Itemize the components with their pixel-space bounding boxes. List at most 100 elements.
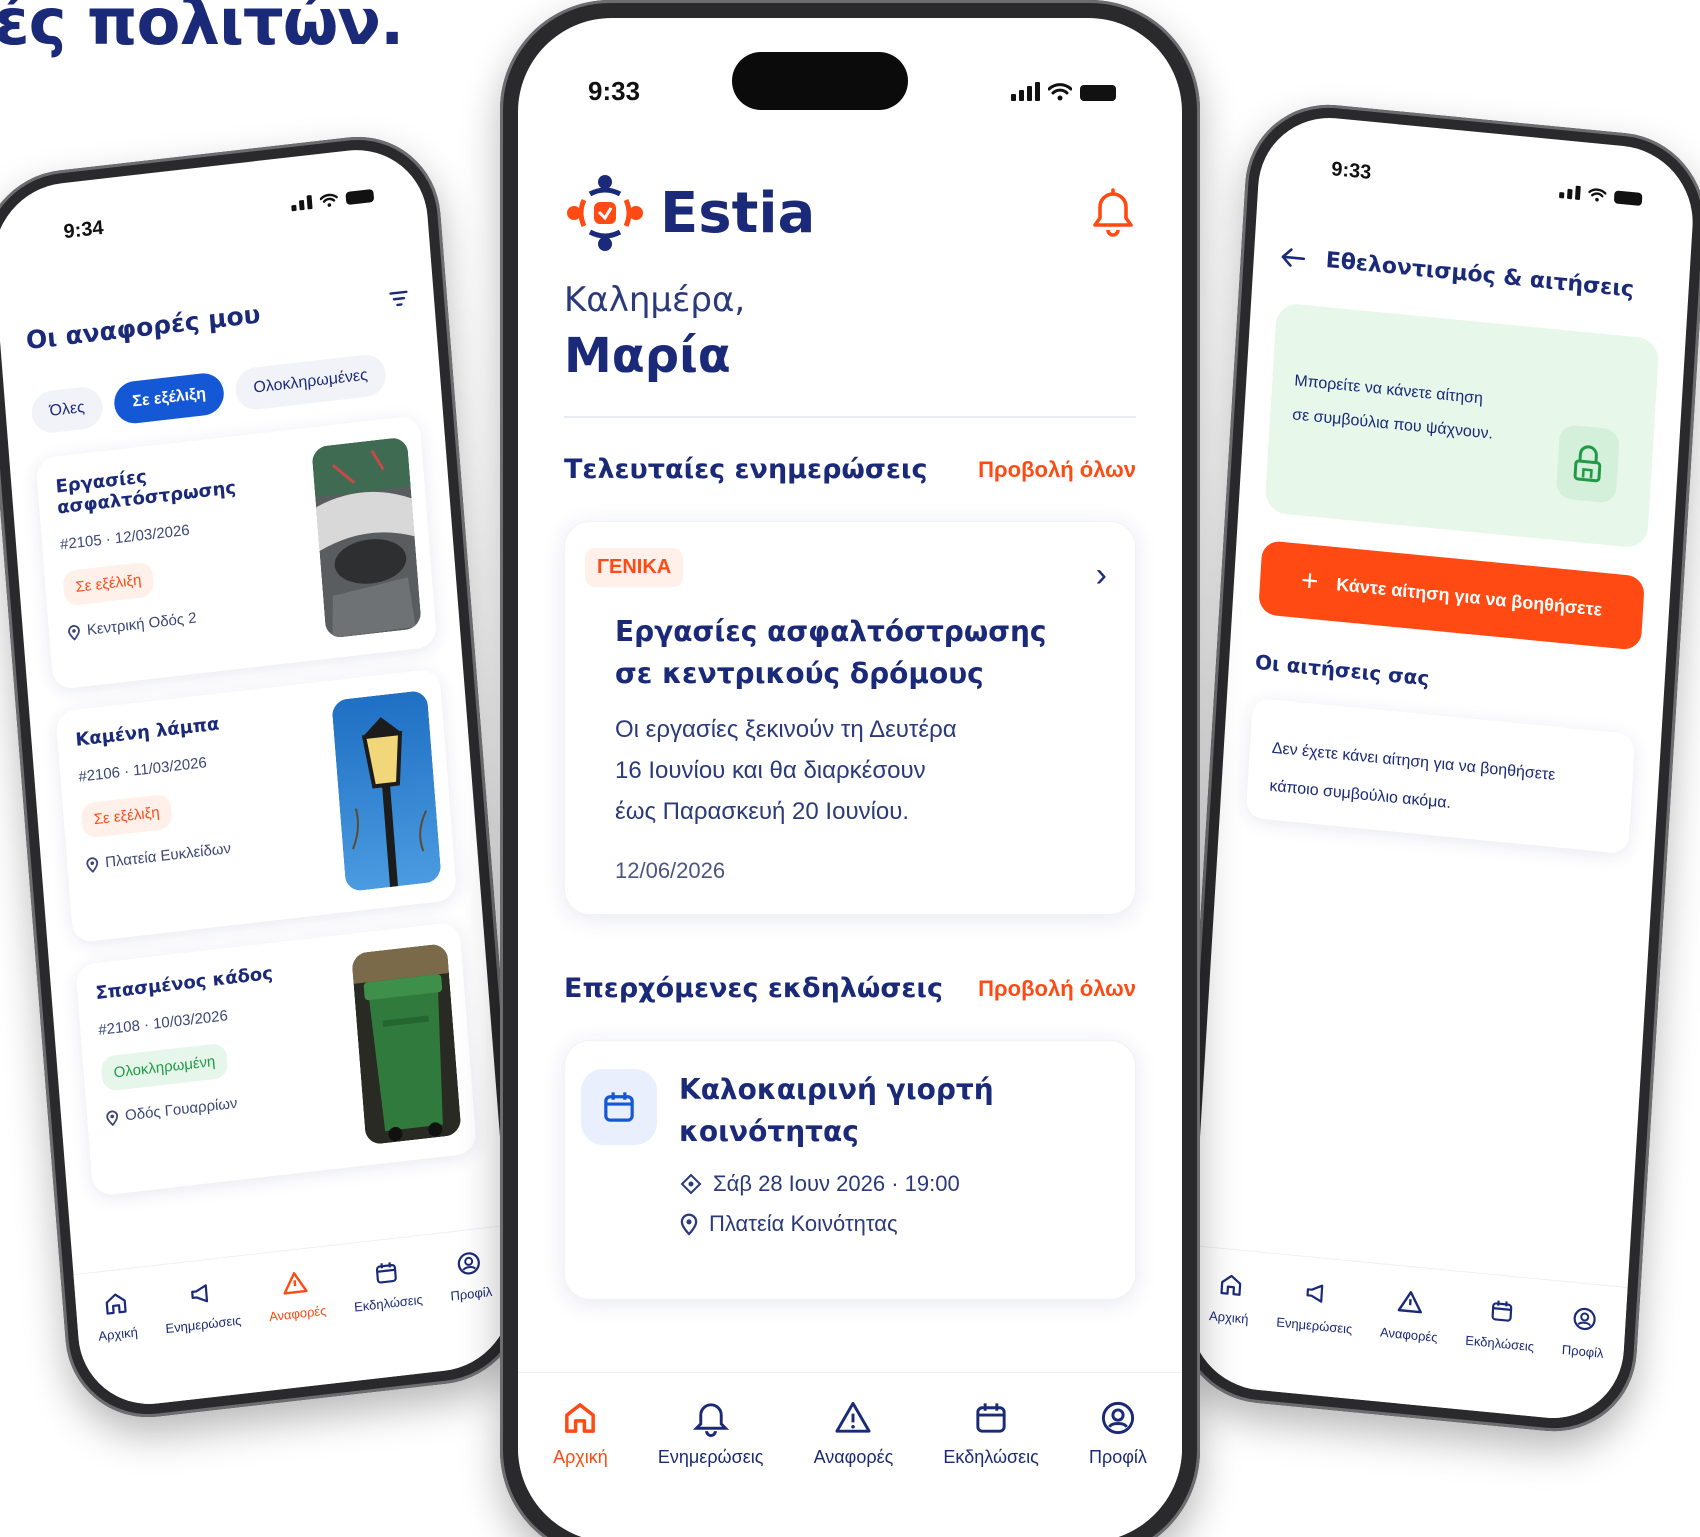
signal-icon [1559, 184, 1581, 201]
tab-profile[interactable]: Προφίλ [1558, 1304, 1607, 1423]
report-title: Καμένη λάμπα [74, 713, 221, 751]
tab-updates[interactable]: Ενημερώσεις [162, 1277, 247, 1402]
tag-icon [680, 1173, 702, 1195]
empty-applications-card: Δεν έχετε κάνει αίτηση για να βοηθήσετε … [1245, 697, 1636, 855]
screen-home: 9:33 Estia Καλημέρα, Μαρία Τελευταίες εν… [518, 18, 1182, 1537]
filter-menu-icon[interactable] [387, 286, 411, 310]
location-pin-icon [86, 856, 99, 873]
signal-icon [1011, 82, 1040, 101]
report-card[interactable]: Εργασίες ασφαλτόστρωσης #2105 · 12/03/20… [35, 415, 438, 691]
info-text: Μπορείτε να κάνετε αίτηση σε συμβούλια π… [1291, 364, 1534, 455]
tab-label: Εκδηλώσεις [943, 1447, 1039, 1467]
tab-profile[interactable]: Προφίλ [1089, 1399, 1147, 1537]
filter-all[interactable]: Όλες [30, 384, 105, 435]
event-icon-badge [581, 1069, 657, 1145]
tab-label: Αρχική [553, 1447, 608, 1467]
category-tag: ΓΕΝΙΚΑ [585, 548, 684, 587]
bell-icon [692, 1403, 729, 1437]
tab-events[interactable]: Εκδηλώσεις [943, 1399, 1039, 1537]
calendar-icon [375, 1262, 397, 1284]
tab-profile[interactable]: Προφίλ [447, 1248, 498, 1369]
app-name: Estia [660, 180, 816, 246]
tab-home[interactable]: Αρχική [553, 1399, 608, 1537]
filter-completed[interactable]: Ολοκληρωμένες [234, 352, 388, 412]
event-title-line: κοινότητας [679, 1115, 859, 1148]
tab-events[interactable]: Εκδηλώσεις [351, 1256, 429, 1380]
status-badge: Σε εξέλιξη [80, 793, 173, 839]
tab-label: Εκδηλώσεις [353, 1291, 424, 1315]
trash-bin-photo [351, 943, 462, 1146]
tab-label: Προφίλ [1088, 1447, 1147, 1467]
tab-updates[interactable]: Ενημερώσεις [657, 1399, 764, 1537]
wifi-icon [1588, 188, 1607, 202]
event-location: Πλατεία Κοινότητας [679, 1211, 994, 1237]
calendar-icon [604, 1092, 634, 1122]
tab-label: Ενημερώσεις [1275, 1314, 1353, 1337]
greeting: Καλημέρα, [564, 280, 746, 320]
tab-home[interactable]: Αρχική [1205, 1270, 1251, 1389]
tab-reports[interactable]: Αναφορές [266, 1267, 332, 1390]
tab-reports[interactable]: Αναφορές [814, 1399, 893, 1537]
profile-icon [1573, 1307, 1596, 1331]
battery-icon [1080, 85, 1116, 101]
event-title: Καλοκαιρινή γιορτή κοινότητας [679, 1069, 994, 1153]
profile-icon [1101, 1401, 1134, 1435]
status-bar: 9:33 [518, 18, 1182, 110]
view-all-events-link[interactable]: Προβολή όλων [978, 976, 1136, 1002]
tab-label: Προφίλ [449, 1283, 493, 1304]
status-time: 9:34 [62, 216, 105, 244]
bottom-tab-bar: Αρχική Ενημερώσεις Αναφορές Εκδηλώσεις Π… [73, 1224, 518, 1412]
tab-label: Ενημερώσεις [657, 1447, 764, 1467]
events-section-title: Επερχόμενες εκδηλώσεις [564, 973, 943, 1004]
news-card[interactable]: ΓΕΝΙΚΑ › Εργασίες ασφαλτόστρωσης σε κεντ… [564, 521, 1136, 915]
chevron-right-icon: › [1095, 556, 1107, 594]
battery-icon [345, 188, 375, 206]
tab-label: Εκδηλώσεις [1464, 1332, 1535, 1355]
updates-section-title: Τελευταίες ενημερώσεις [564, 454, 928, 485]
tab-label: Προφίλ [1561, 1341, 1605, 1361]
calendar-icon [1491, 1300, 1512, 1322]
tab-events[interactable]: Εκδηλώσεις [1461, 1295, 1537, 1416]
view-all-updates-link[interactable]: Προβολή όλων [978, 457, 1136, 483]
tab-label: Ενημερώσεις [164, 1312, 242, 1337]
tab-reports[interactable]: Αναφορές [1376, 1287, 1440, 1407]
location-pin-icon [680, 1213, 698, 1236]
status-icons [1011, 82, 1116, 101]
status-time: 9:33 [588, 76, 641, 106]
road-photo [311, 436, 422, 639]
report-card[interactable]: Καμένη λάμπα #2106 · 11/03/2026 Σε εξέλι… [55, 668, 458, 944]
screen-my-reports: 9:34 Οι αναφορές μου Όλες Σε εξέλιξη Ολο… [0, 142, 518, 1412]
notification-bell-icon[interactable] [1090, 188, 1136, 238]
wifi-icon [1048, 83, 1072, 101]
warning-icon [283, 1271, 309, 1295]
tab-label: Αρχική [1208, 1307, 1249, 1327]
home-icon [565, 1403, 596, 1433]
screen-volunteering: 9:33 Εθελοντισμός & αιτήσεις Μπορείτε να… [1184, 111, 1698, 1425]
news-title-line: σε κεντρικούς δρόμους [615, 657, 984, 690]
plus-icon: + [1299, 563, 1320, 599]
tab-home[interactable]: Αρχική [95, 1288, 143, 1409]
report-card[interactable]: Σπασμένος κάδος #2108 · 10/03/2026 Ολοκλ… [75, 921, 478, 1197]
apply-button[interactable]: + Κάντε αίτηση για να βοηθήσετε [1258, 539, 1646, 651]
news-body-line: έως Παρασκευή 20 Ιουνίου. [615, 798, 910, 825]
page-title: Οι αναφορές μου [24, 299, 262, 356]
filter-in-progress[interactable]: Σε εξέλιξη [112, 371, 226, 426]
news-title: Εργασίες ασφαλτόστρωσης σε κεντρικούς δρ… [615, 611, 1085, 695]
page-title: Εθελοντισμός & αιτήσεις [1325, 247, 1635, 303]
report-location-text: Πλατεία Ευκλείδων [104, 839, 232, 872]
event-card[interactable]: Καλοκαιρινή γιορτή κοινότητας Σάβ 28 Ιου… [564, 1040, 1136, 1300]
event-location-text: Πλατεία Κοινότητας [709, 1211, 898, 1236]
news-date: 12/06/2026 [615, 858, 726, 883]
phone-my-reports: 9:34 Οι αναφορές μου Όλες Σε εξέλιξη Ολο… [0, 127, 532, 1427]
tab-updates[interactable]: Ενημερώσεις [1272, 1277, 1355, 1399]
wifi-icon [319, 193, 338, 207]
location-pin-icon [68, 624, 80, 641]
home-icon [1220, 1274, 1241, 1296]
page-headline: ές πολιτών. [0, 0, 404, 60]
tab-label: Αναφορές [268, 1302, 327, 1325]
warning-icon [1398, 1291, 1423, 1314]
phone-volunteering: 9:33 Εθελοντισμός & αιτήσεις Μπορείτε να… [1171, 97, 1700, 1439]
back-arrow-icon[interactable] [1279, 245, 1306, 269]
report-location-text: Κεντρική Οδός 2 [86, 609, 198, 639]
app-logo: Estia [564, 172, 815, 254]
